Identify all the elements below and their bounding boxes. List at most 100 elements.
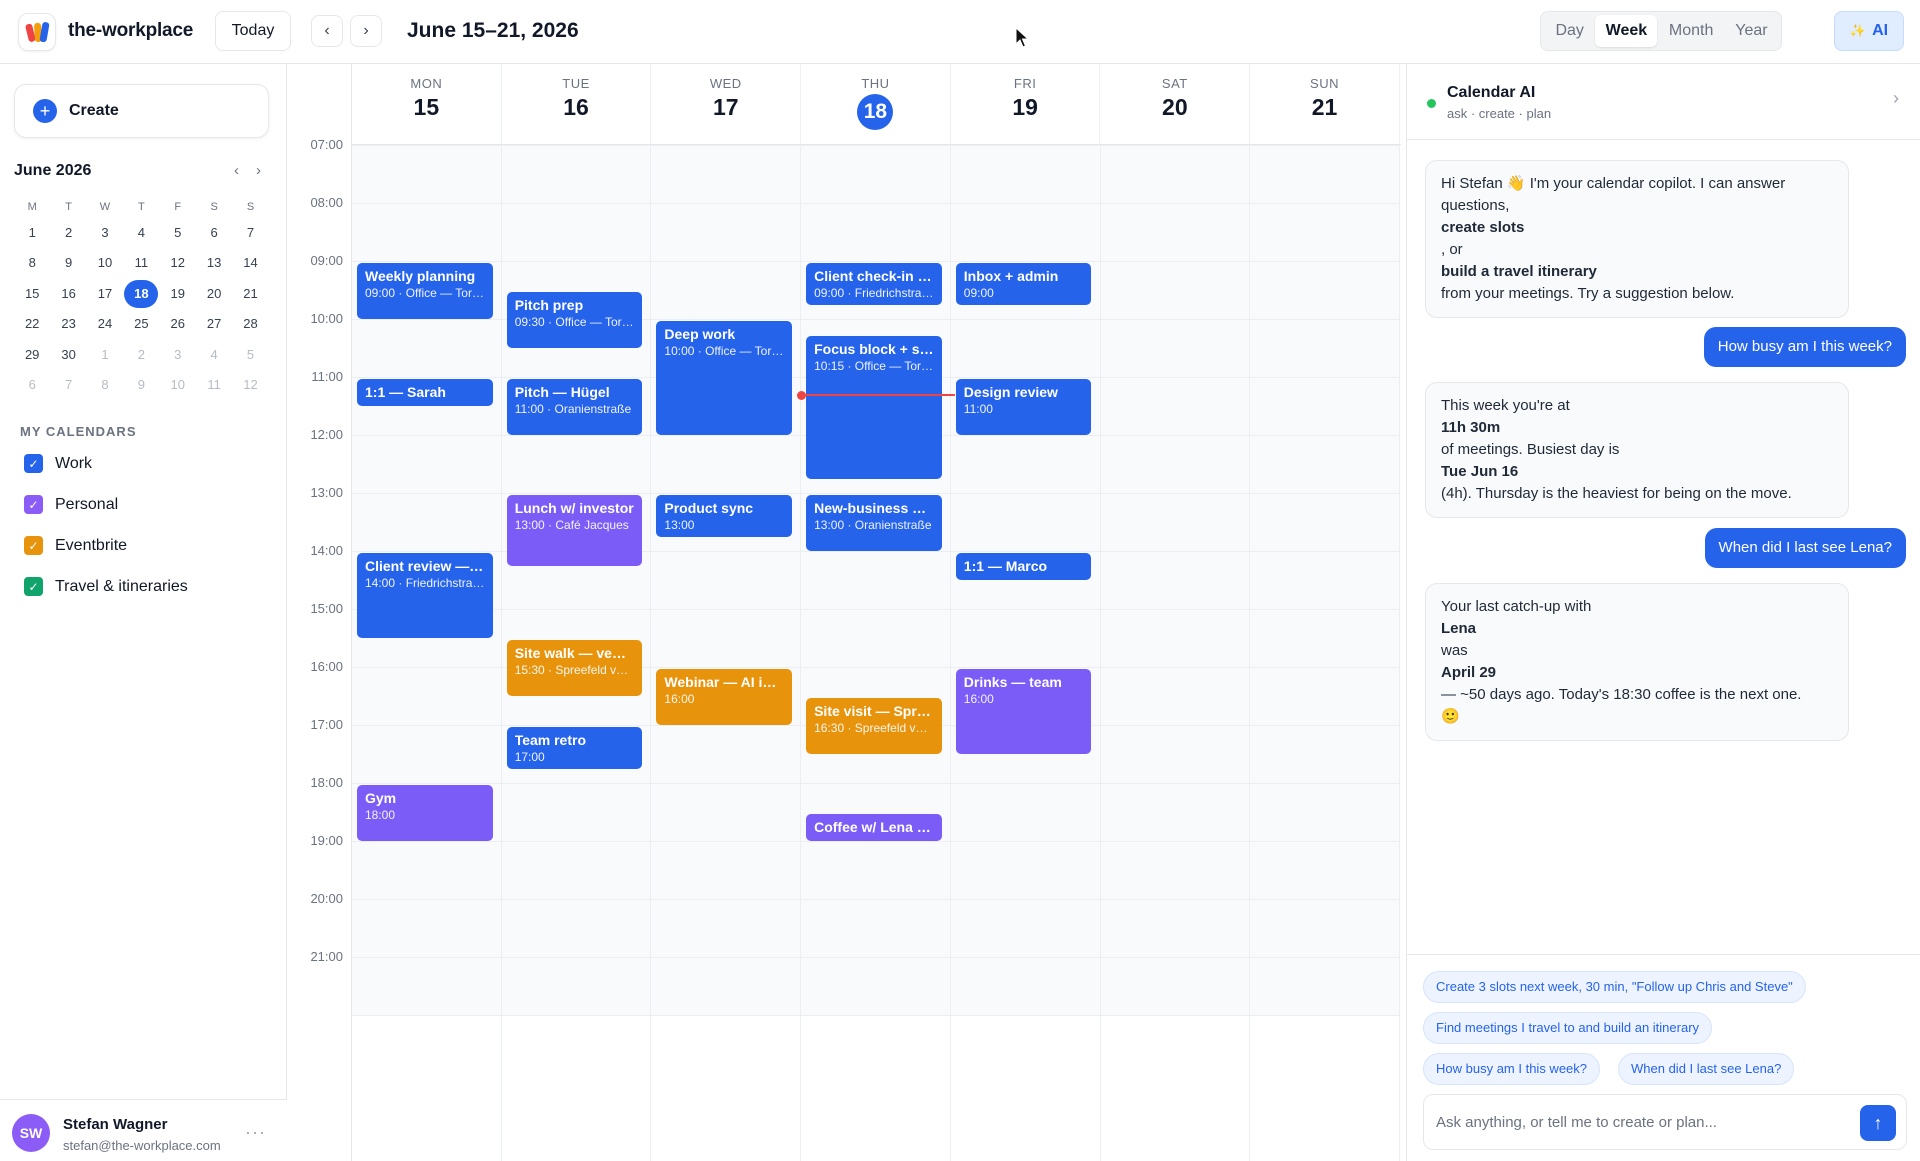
calendar-event[interactable]: Lunch w/ investor 13:00 · Café Jacques	[506, 495, 643, 566]
mini-calendar-day[interactable]: 7	[50, 370, 86, 400]
mini-calendar-day[interactable]: 10	[160, 370, 196, 400]
suggestion-chip[interactable]: How busy am I this week?	[1423, 1053, 1601, 1085]
create-button[interactable]: + Create	[14, 84, 269, 138]
mini-calendar-day[interactable]: 12	[232, 370, 268, 400]
mini-calendar-day[interactable]: 30	[50, 340, 86, 370]
mini-calendar-day[interactable]: 25	[123, 309, 159, 339]
mini-calendar-day[interactable]: 1	[14, 218, 50, 248]
calendar-grid[interactable]: Weekly planning 09:00 · Office — Torstraß…	[352, 144, 1401, 1161]
ai-chat-input[interactable]	[1424, 1095, 1854, 1149]
calendar-event[interactable]: Site walk — venue 15:30 · Spreefeld venue	[506, 640, 643, 696]
calendar-toggle-travel-itineraries[interactable]: ✓ Travel & itineraries	[24, 577, 188, 596]
more-options-icon[interactable]: ···	[245, 1122, 266, 1143]
calendar-event[interactable]: Inbox + admin 09:00	[955, 263, 1092, 305]
checkbox-icon[interactable]: ✓	[24, 454, 43, 473]
mini-calendar-day[interactable]: 9	[50, 248, 86, 278]
day-header-thu[interactable]: THU 18	[801, 64, 951, 144]
today-button[interactable]: Today	[215, 11, 291, 51]
mini-calendar-day[interactable]: 5	[232, 340, 268, 370]
app-logo-icon[interactable]	[18, 13, 56, 51]
calendar-event[interactable]: Webinar — AI in events 16:00	[656, 669, 793, 725]
calendar-event[interactable]: Site visit — Spreefeld 16:30 · Spreefeld …	[806, 698, 942, 754]
mini-calendar-day[interactable]: 8	[14, 248, 50, 278]
day-header-fri[interactable]: FRI 19	[951, 64, 1101, 144]
mini-calendar-day[interactable]: 11	[123, 248, 159, 278]
suggestion-chip[interactable]: Create 3 slots next week, 30 min, "Follo…	[1423, 971, 1806, 1003]
view-week-tab[interactable]: Week	[1595, 15, 1658, 47]
mini-calendar-day[interactable]: 3	[160, 340, 196, 370]
mini-calendar-day[interactable]: 28	[232, 309, 268, 339]
mini-calendar-day[interactable]: 9	[123, 370, 159, 400]
mini-calendar-prev-button[interactable]: ‹	[234, 162, 239, 179]
mini-calendar-day[interactable]: 23	[50, 309, 86, 339]
mini-calendar-day[interactable]: 19	[160, 279, 196, 309]
mini-calendar-day[interactable]: 17	[87, 279, 123, 309]
mini-calendar-day[interactable]: 6	[14, 370, 50, 400]
mini-calendar-day[interactable]: 29	[14, 340, 50, 370]
calendar-event[interactable]: Gym 18:00	[357, 785, 493, 841]
mini-calendar-day[interactable]: 26	[160, 309, 196, 339]
calendar-toggle-work[interactable]: ✓ Work	[24, 454, 92, 473]
checkbox-icon[interactable]: ✓	[24, 536, 43, 555]
view-day-tab[interactable]: Day	[1544, 15, 1595, 47]
view-month-tab[interactable]: Month	[1657, 15, 1724, 47]
calendar-event[interactable]: Design review 11:00	[955, 379, 1092, 435]
mini-calendar-day[interactable]: 6	[196, 218, 232, 248]
calendar-toggle-personal[interactable]: ✓ Personal	[24, 495, 118, 514]
mini-calendar-day[interactable]: 1	[87, 340, 123, 370]
day-header-sat[interactable]: SAT 20	[1101, 64, 1251, 144]
mini-calendar-day[interactable]: 4	[196, 340, 232, 370]
calendar-event[interactable]: Client review — Friedrichstraße 14:00 · F…	[357, 553, 493, 638]
calendar-event[interactable]: Pitch — Hügel 11:00 · Oranienstraße	[506, 379, 643, 435]
mini-calendar-day[interactable]: 8	[87, 370, 123, 400]
day-header-tue[interactable]: TUE 16	[502, 64, 652, 144]
mini-calendar-day[interactable]: 11	[196, 370, 232, 400]
mini-calendar-day[interactable]: 3	[87, 218, 123, 248]
mini-calendar-day[interactable]: 14	[232, 248, 268, 278]
day-header-wed[interactable]: WED 17	[651, 64, 802, 144]
suggestion-chip[interactable]: When did I last see Lena?	[1618, 1053, 1795, 1085]
calendar-event[interactable]: 1:1 — Sarah	[357, 379, 493, 406]
calendar-event[interactable]: Coffee w/ Lena (catch-up)	[806, 814, 942, 841]
mini-calendar-day[interactable]: 21	[232, 279, 268, 309]
mini-calendar-day[interactable]: 16	[50, 279, 86, 309]
mini-calendar-next-button[interactable]: ›	[256, 162, 261, 179]
prev-week-button[interactable]: ‹	[311, 15, 343, 47]
mini-calendar-day[interactable]: 20	[196, 279, 232, 309]
mini-calendar-day[interactable]: 7	[232, 218, 268, 248]
calendar-event[interactable]: Product sync 13:00	[656, 495, 793, 537]
mini-calendar-day[interactable]: 5	[160, 218, 196, 248]
mini-calendar-day[interactable]: 24	[87, 309, 123, 339]
day-header-sun[interactable]: SUN 21	[1250, 64, 1400, 144]
calendar-event[interactable]: 1:1 — Marco	[955, 553, 1092, 580]
calendar-event[interactable]: Team retro 17:00	[506, 727, 643, 769]
checkbox-icon[interactable]: ✓	[24, 577, 43, 596]
calendar-event[interactable]: Weekly planning 09:00 · Office — Torstraß…	[357, 263, 493, 319]
mini-calendar-day[interactable]: 13	[196, 248, 232, 278]
calendar-event[interactable]: Deep work 10:00 · Office — Torstraße	[656, 321, 793, 435]
mini-calendar-day[interactable]: 22	[14, 309, 50, 339]
mini-calendar-day[interactable]: 27	[196, 309, 232, 339]
calendar-event[interactable]: Pitch prep 09:30 · Office — Torstraße	[506, 292, 643, 348]
mini-calendar-day[interactable]: 15	[14, 279, 50, 309]
calendar-event[interactable]: Drinks — team 16:00	[955, 669, 1092, 754]
mini-calendar-day[interactable]: 10	[87, 248, 123, 278]
day-header-mon[interactable]: MON 15	[352, 64, 502, 144]
mini-calendar-day[interactable]: 2	[123, 340, 159, 370]
view-year-tab[interactable]: Year	[1725, 15, 1778, 47]
collapse-panel-icon[interactable]: ›	[1893, 88, 1899, 109]
calendar-toggle-eventbrite[interactable]: ✓ Eventbrite	[24, 536, 127, 555]
send-button[interactable]: ↑	[1860, 1105, 1896, 1141]
calendar-event[interactable]: Focus block + strategy10:15 · Office — T…	[806, 335, 942, 479]
mini-calendar-day[interactable]: 4	[123, 218, 159, 248]
mini-calendar-day[interactable]: 12	[160, 248, 196, 278]
checkbox-icon[interactable]: ✓	[24, 495, 43, 514]
user-profile[interactable]: SW Stefan Wagner stefan@the-workplace.co…	[0, 1099, 287, 1161]
calendar-event[interactable]: New-business pitch 13:00 · Oranienstraße	[806, 495, 942, 551]
next-week-button[interactable]: ›	[350, 15, 382, 47]
mini-calendar-day[interactable]: 18	[123, 279, 159, 309]
ai-toggle-button[interactable]: ✨ AI	[1834, 11, 1904, 51]
suggestion-chip[interactable]: Find meetings I travel to and build an i…	[1423, 1012, 1713, 1044]
calendar-event[interactable]: Client check-in — Friedrichstraße 09:00 ·…	[806, 263, 942, 305]
mini-calendar-day[interactable]: 2	[50, 218, 86, 248]
